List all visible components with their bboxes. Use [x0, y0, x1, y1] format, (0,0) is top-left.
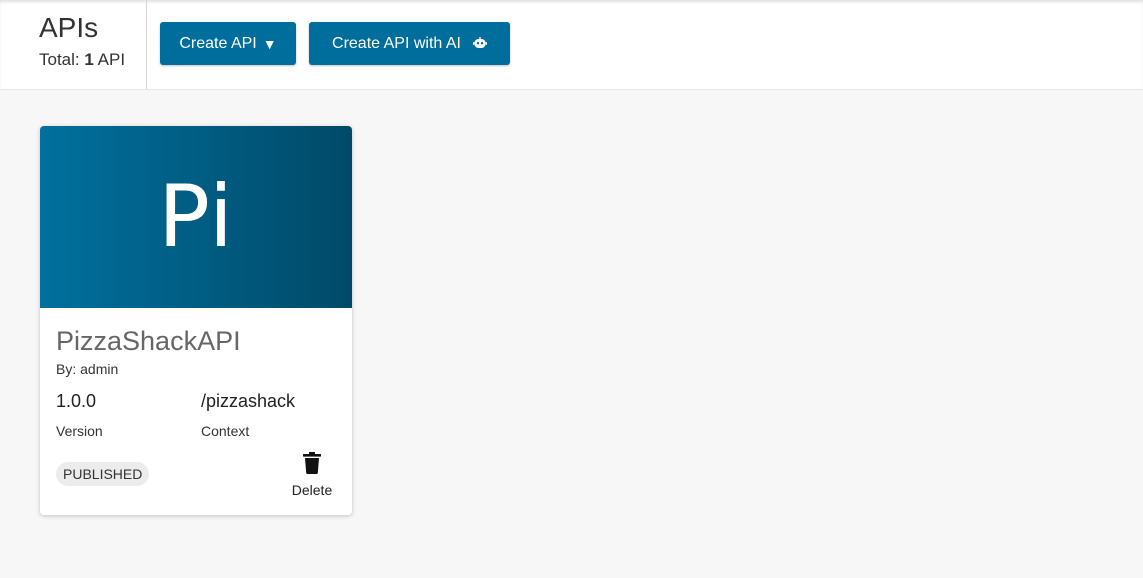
- create-api-label: Create API: [179, 34, 257, 52]
- delete-label: Delete: [291, 482, 333, 498]
- total-count: 1: [84, 50, 94, 69]
- total-prefix: Total:: [39, 50, 80, 69]
- create-api-button[interactable]: Create API ▼: [160, 22, 296, 65]
- total-suffix: API: [97, 50, 126, 69]
- api-name[interactable]: PizzaShackAPI: [56, 326, 241, 357]
- api-version-value: 1.0.0: [56, 391, 97, 411]
- delete-api-button[interactable]: Delete: [285, 450, 339, 500]
- trash-icon: [303, 452, 321, 474]
- title-block: APIs Total: 1 API: [0, 0, 147, 89]
- api-context-label: Context: [201, 423, 250, 439]
- caret-down-icon: ▼: [262, 35, 277, 52]
- api-context-value: /pizzashack: [201, 391, 296, 411]
- api-provider: By: admin: [56, 361, 119, 377]
- page-title: APIs: [39, 12, 99, 43]
- create-api-with-ai-button[interactable]: Create API with AI: [309, 22, 510, 65]
- create-api-with-ai-label: Create API with AI: [332, 34, 461, 52]
- robot-icon: [472, 37, 487, 50]
- api-total-count: Total: 1 API: [39, 50, 125, 70]
- status-badge: PUBLISHED: [56, 462, 150, 486]
- api-thumbnail-text: Pi: [158, 167, 234, 267]
- api-version-label: Version: [56, 423, 103, 439]
- api-thumbnail[interactable]: Pi: [40, 126, 352, 308]
- page-header: APIs Total: 1 API Create API ▼ Create AP…: [0, 0, 1143, 90]
- api-card[interactable]: Pi PizzaShackAPI By: admin 1.0.0 Version…: [40, 126, 352, 515]
